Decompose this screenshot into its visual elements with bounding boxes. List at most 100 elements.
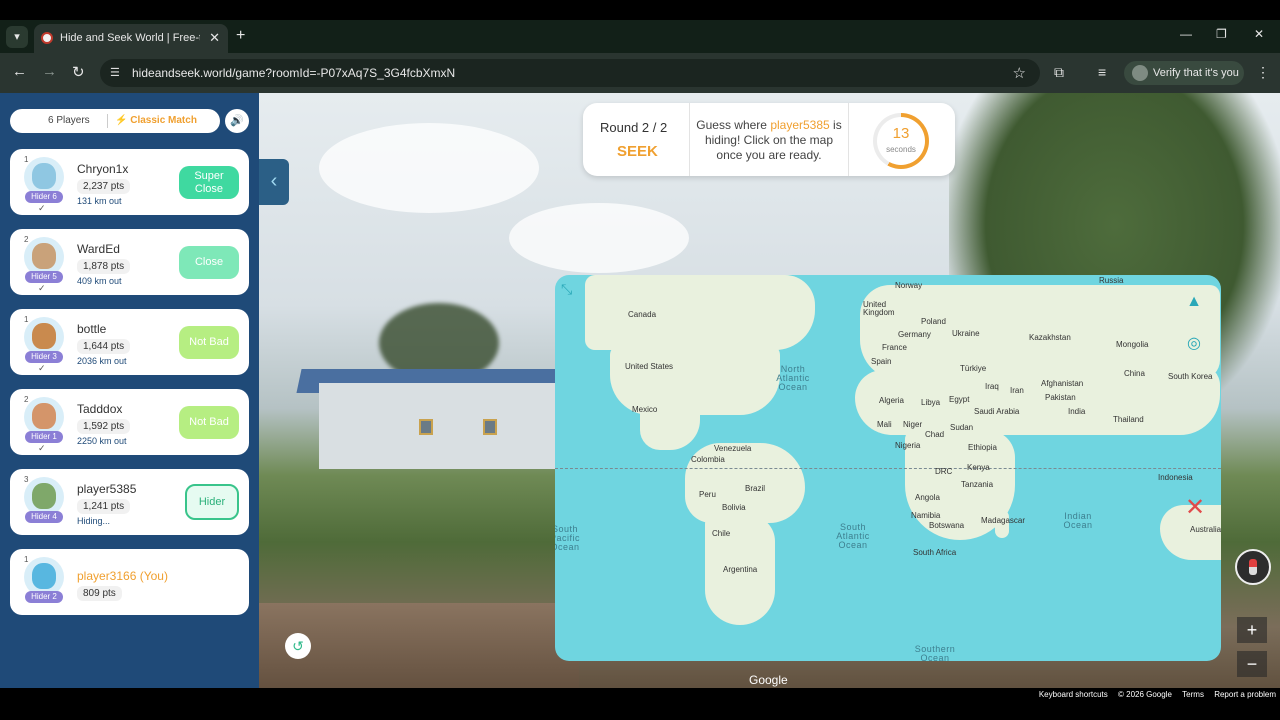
screen-bottom-bar — [0, 700, 1280, 720]
rank-number: 2 — [24, 395, 29, 404]
zoom-out-button[interactable]: − — [1237, 651, 1267, 677]
map-label: Chile — [712, 529, 731, 538]
browser-tab[interactable]: Hide and Seek World | Free-to- ✕ — [34, 24, 228, 53]
avatar-icon — [32, 483, 56, 509]
collapse-sidebar-button[interactable]: ‹ — [259, 159, 289, 205]
url-text[interactable]: hideandseek.world/game?roomId=-P07xAq7S_… — [132, 66, 455, 80]
hider-badge: Hider 2 — [25, 591, 63, 603]
map-label: Argentina — [723, 565, 758, 574]
tab-search-button[interactable]: ▾ — [6, 26, 28, 48]
map-label: United States — [625, 362, 674, 371]
window — [483, 419, 497, 435]
hider-badge: Hider 5 — [25, 271, 63, 283]
rank-number: 1 — [24, 155, 29, 164]
restore-icon[interactable]: ❐ — [1216, 27, 1227, 41]
browser-toolbar: ← → ↻ ☰ hideandseek.world/game?roomId=-P… — [0, 53, 1280, 93]
map-label: Mali — [877, 420, 892, 429]
map-label: Ukraine — [952, 329, 980, 338]
minimize-icon[interactable]: — — [1180, 27, 1192, 41]
map-label: Niger — [903, 420, 923, 429]
ocean-label: South Atlantic Ocean — [836, 522, 870, 550]
status-line1: Super — [194, 169, 224, 182]
attribution-links: Keyboard shortcuts © 2026 Google Terms R… — [1031, 690, 1276, 699]
new-tab-button[interactable]: + — [236, 27, 245, 45]
window-close-icon[interactable]: ✕ — [1254, 27, 1264, 41]
bookmark-star-icon[interactable]: ☆ — [1013, 64, 1026, 82]
map-label: Australia — [1190, 525, 1221, 534]
extensions-icon[interactable]: ⧉ — [1054, 64, 1064, 81]
map-label: China — [1124, 369, 1145, 378]
player-card: 2 Hider 1 ✓ Tadddox 1,592 pts 2250 km ou… — [10, 389, 249, 455]
guess-map[interactable]: Russia Norway United Kingdom Poland Germ… — [555, 275, 1221, 661]
rank-number: 2 — [24, 235, 29, 244]
divider — [848, 103, 849, 176]
reload-icon[interactable]: ↻ — [72, 63, 85, 81]
copyright: © 2026 Google — [1118, 690, 1172, 699]
hider-badge: Hider 1 — [25, 431, 63, 443]
status-badge: Super Close — [179, 166, 239, 199]
player-card: 1 Hider 6 ✓ Chryon1x 2,237 pts 131 km ou… — [10, 149, 249, 215]
player-card: 2 Hider 5 ✓ WardEd 1,878 pts 409 km out … — [10, 229, 249, 295]
address-bar[interactable]: ☰ hideandseek.world/game?roomId=-P07xAq7… — [100, 59, 1040, 87]
zoom-in-button[interactable]: + — [1237, 617, 1267, 643]
map-label: Namibia — [911, 511, 941, 520]
player-hiding-status: Hiding... — [77, 516, 111, 526]
map-label: Mexico — [632, 405, 658, 414]
map-label: Libya — [921, 398, 941, 407]
guess-instruction: Guess where player5385 is hiding! Click … — [695, 118, 843, 163]
player-distance: 2036 km out — [77, 356, 127, 366]
round-label: Round 2 / 2 — [600, 120, 668, 135]
equator-line — [555, 468, 1221, 469]
browser-menu-icon[interactable]: ⋮ — [1256, 64, 1270, 81]
sound-toggle-button[interactable]: 🔊 — [225, 109, 249, 133]
map-label: Botswana — [929, 521, 965, 530]
map-label: Ethiopia — [968, 443, 997, 452]
map-label: Spain — [871, 357, 892, 366]
avatar-icon — [32, 403, 56, 429]
my-location-icon[interactable]: ◎ — [1181, 331, 1207, 357]
player-name: Chryon1x — [77, 162, 129, 176]
status-badge: Close — [179, 246, 239, 279]
player-points: 1,241 pts — [77, 499, 131, 514]
round-info-panel: Round 2 / 2 SEEK Guess where player5385 … — [583, 103, 955, 176]
map-label: Tanzania — [961, 480, 994, 489]
return-to-start-button[interactable]: ↺ — [285, 633, 311, 659]
back-icon[interactable]: ← — [12, 63, 27, 80]
rank-number: 1 — [24, 555, 29, 564]
shrink-map-icon[interactable]: ⤡ — [561, 281, 572, 298]
map-label: Madagascar — [981, 516, 1026, 525]
map-label: South Africa — [913, 548, 957, 557]
timer-unit: seconds — [886, 145, 916, 154]
map-label: Nigeria — [895, 441, 921, 450]
map-label: Russia — [1099, 276, 1124, 285]
map-label: South Korea — [1168, 372, 1213, 381]
keyboard-shortcuts-link[interactable]: Keyboard shortcuts — [1039, 690, 1108, 699]
map-label: Germany — [898, 330, 931, 339]
compass-needle — [1249, 559, 1257, 575]
cloud — [509, 203, 689, 273]
street-view-road-icon[interactable]: ▲ — [1181, 289, 1207, 315]
profile-avatar-icon — [1132, 65, 1148, 81]
street-view-panorama[interactable]: ‹ ↺ Round 2 / 2 SEEK Guess where player5… — [259, 93, 1280, 700]
house — [319, 383, 555, 469]
status-badge: Not Bad — [179, 406, 239, 439]
rank-number: 3 — [24, 475, 29, 484]
map-label: Indonesia — [1158, 473, 1193, 482]
check-icon: ✓ — [38, 443, 46, 453]
countdown-timer: 13 seconds — [873, 113, 929, 169]
rank-number: 1 — [24, 315, 29, 324]
forward-icon[interactable]: → — [42, 63, 57, 80]
site-info-icon[interactable]: ☰ — [110, 66, 124, 80]
ocean-label: Southern Ocean — [914, 644, 956, 662]
map-label: Poland — [921, 317, 946, 326]
terms-link[interactable]: Terms — [1182, 690, 1204, 699]
media-controls-icon[interactable]: ≡ — [1098, 64, 1106, 80]
google-logo: Google — [749, 673, 788, 687]
check-icon: ✓ — [38, 363, 46, 373]
report-problem-link[interactable]: Report a problem — [1214, 690, 1276, 699]
check-icon: ✓ — [38, 203, 46, 213]
verify-profile-chip[interactable]: Verify that it's you — [1124, 61, 1244, 85]
tab-close-icon[interactable]: ✕ — [209, 30, 220, 46]
player-points: 809 pts — [77, 586, 122, 601]
compass-icon[interactable] — [1235, 549, 1271, 585]
